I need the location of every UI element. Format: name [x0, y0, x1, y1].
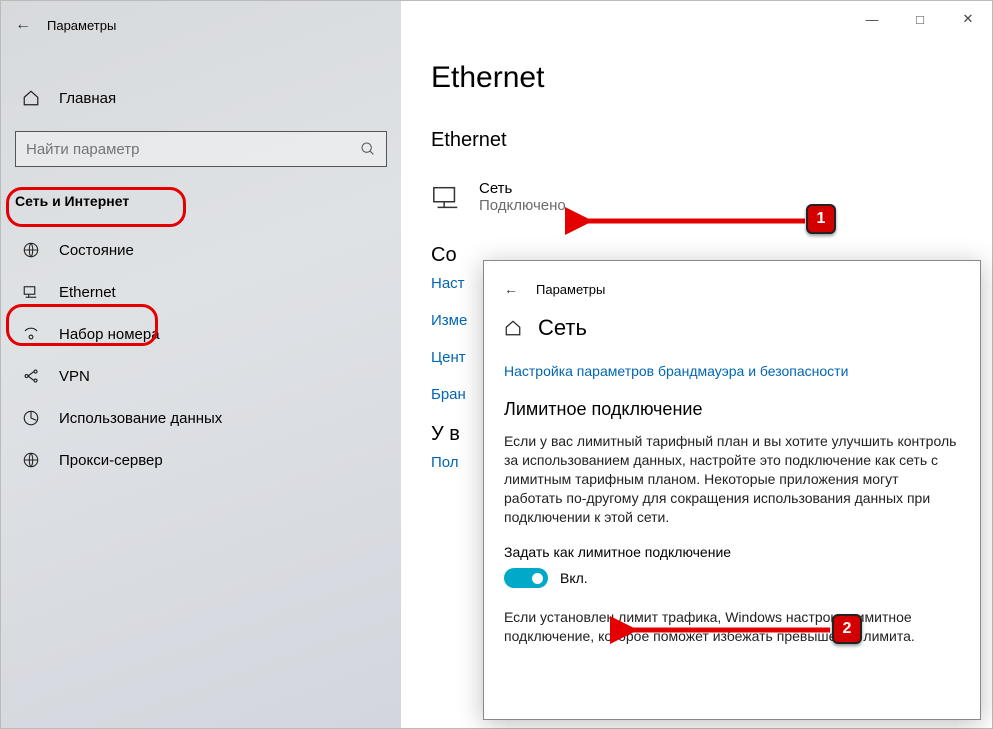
close-button[interactable]: ✕	[944, 1, 992, 37]
popup-crumb-title: Сеть	[538, 315, 587, 341]
sidebar-item-label: Ethernet	[59, 284, 116, 301]
maximize-button[interactable]: □	[896, 1, 944, 37]
titlebar-left: ← Параметры	[1, 7, 401, 43]
vpn-icon	[21, 367, 41, 385]
home-icon[interactable]	[504, 319, 522, 337]
firewall-settings-link[interactable]: Настройка параметров брандмауэра и безоп…	[504, 363, 960, 379]
metered-toggle[interactable]	[504, 568, 548, 588]
sidebar-item-proxy[interactable]: Прокси-сервер	[1, 439, 401, 481]
network-status: Подключено	[479, 197, 566, 214]
page-subtitle: Ethernet	[431, 129, 962, 152]
metered-note: Если установлен лимит трафика, Windows н…	[504, 608, 960, 646]
home-icon	[21, 89, 41, 107]
minimize-button[interactable]: —	[848, 1, 896, 37]
metered-toggle-row: Вкл.	[504, 568, 960, 588]
dialup-icon	[21, 325, 41, 343]
search-icon	[360, 141, 376, 157]
monitor-icon	[431, 180, 465, 212]
popup-titlebar: ← Параметры	[504, 275, 960, 303]
popup-crumb: Сеть	[504, 315, 960, 341]
window-title: Параметры	[47, 18, 116, 33]
sidebar-item-label: Состояние	[59, 242, 134, 259]
ethernet-icon	[21, 283, 41, 301]
sidebar-home-label: Главная	[59, 90, 116, 107]
page-title: Ethernet	[431, 61, 962, 95]
network-item[interactable]: Сеть Подключено	[431, 180, 962, 214]
annotation-badge-2: 2	[832, 614, 862, 644]
window-controls: — □ ✕	[848, 1, 992, 37]
sidebar-item-datausage[interactable]: Использование данных	[1, 397, 401, 439]
sidebar-item-label: VPN	[59, 368, 90, 385]
sidebar-item-label: Использование данных	[59, 410, 222, 427]
search-input-container[interactable]	[15, 131, 387, 167]
metered-heading: Лимитное подключение	[504, 399, 960, 420]
metered-toggle-state: Вкл.	[560, 570, 588, 586]
sidebar-item-dialup[interactable]: Набор номера	[1, 313, 401, 355]
sidebar-item-vpn[interactable]: VPN	[1, 355, 401, 397]
datausage-icon	[21, 409, 41, 427]
metered-description: Если у вас лимитный тарифный план и вы х…	[504, 432, 960, 526]
popup-title: Параметры	[536, 282, 605, 297]
sidebar-section-label: Сеть и Интернет	[1, 185, 143, 217]
metered-toggle-label: Задать как лимитное подключение	[504, 544, 960, 560]
network-name: Сеть	[479, 180, 566, 197]
popup-back-icon[interactable]: ←	[504, 281, 518, 297]
annotation-badge-1: 1	[806, 204, 836, 234]
sidebar-item-ethernet[interactable]: Ethernet	[1, 271, 401, 313]
sidebar-item-label: Прокси-сервер	[59, 452, 163, 469]
back-icon[interactable]: ←	[15, 16, 31, 34]
network-popup: ← Параметры Сеть Настройка параметров бр…	[483, 260, 981, 720]
sidebar-item-label: Набор номера	[59, 326, 160, 343]
globe-icon	[21, 241, 41, 259]
search-input[interactable]	[26, 141, 360, 158]
sidebar-home[interactable]: Главная	[1, 79, 401, 117]
sidebar: ← Параметры Главная Сеть и Интернет Сост…	[1, 1, 401, 728]
sidebar-nav: Состояние Ethernet Набор номера VPN	[1, 229, 401, 481]
sidebar-item-status[interactable]: Состояние	[1, 229, 401, 271]
proxy-icon	[21, 451, 41, 469]
